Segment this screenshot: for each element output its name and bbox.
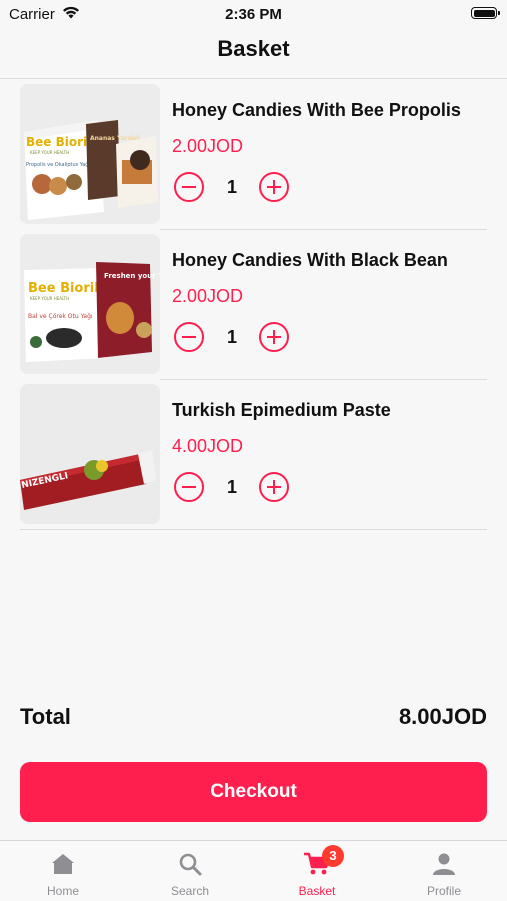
total-value: 8.00JOD	[398, 704, 487, 729]
product-name[interactable]: Honey Candies With Bee Propolis	[172, 100, 461, 121]
total-row: Total 8.00JOD	[20, 704, 487, 738]
quantity-value: 1	[226, 327, 237, 347]
pack-caption: Propolis ve Okaliptus Yağı	[26, 161, 90, 168]
box-label: Freshen your Throat	[104, 272, 160, 280]
quantity-value: 1	[226, 177, 237, 197]
product-name[interactable]: Honey Candies With Black Bean	[172, 250, 448, 271]
cart-item[interactable]: Bee Biorik KEEP YOUR HEALTH Bal ve Çörek…	[0, 230, 507, 380]
product-price: 4.00JOD	[172, 436, 244, 456]
cart-item[interactable]: NIZENGLI Turkish Epimedium Paste 4.00JOD…	[0, 380, 507, 530]
pack-caption: Bal ve Çörek Otu Yağı	[28, 313, 93, 320]
header-divider	[0, 78, 507, 79]
increase-quantity-button[interactable]	[259, 172, 289, 202]
decrease-quantity-button[interactable]	[174, 322, 204, 352]
quantity-value: 1	[226, 477, 237, 497]
product-name[interactable]: Turkish Epimedium Paste	[172, 400, 391, 421]
decrease-quantity-button[interactable]	[174, 472, 204, 502]
tab-label: Home	[46, 884, 79, 898]
increase-quantity-button[interactable]	[259, 472, 289, 502]
status-bar: Carrier 2:36 PM	[0, 0, 507, 28]
tab-bar: Home Search 3 Basket Profile	[0, 840, 507, 901]
pack-tagline: KEEP YOUR HEALTH	[30, 150, 69, 155]
product-image[interactable]: Bee Biorik KEEP YOUR HEALTH Propolis ve …	[20, 84, 160, 224]
battery-icon	[471, 7, 500, 19]
search-icon	[179, 853, 202, 876]
product-image[interactable]: Bee Biorik KEEP YOUR HEALTH Bal ve Çörek…	[20, 234, 160, 374]
item-divider	[20, 529, 487, 530]
tab-label: Basket	[298, 884, 336, 898]
home-icon	[52, 854, 74, 874]
pack-brand: Bee Biorik	[28, 281, 103, 296]
tab-search[interactable]: Search	[127, 841, 253, 901]
product-price: 2.00JOD	[172, 136, 244, 156]
page-title: Basket	[217, 36, 290, 61]
tab-home[interactable]: Home	[0, 841, 126, 901]
decrease-quantity-button[interactable]	[174, 172, 204, 202]
total-label: Total	[20, 704, 71, 729]
product-image[interactable]: NIZENGLI	[20, 384, 160, 524]
increase-quantity-button[interactable]	[259, 322, 289, 352]
tab-basket[interactable]: 3 Basket	[254, 841, 380, 901]
tab-label: Profile	[426, 884, 461, 898]
pack-tagline: KEEP YOUR HEALTH	[30, 296, 69, 301]
pack-brand: Bee Biorik	[26, 135, 96, 149]
cart-badge: 3	[322, 845, 344, 867]
cart-item[interactable]: Bee Biorik KEEP YOUR HEALTH Propolis ve …	[0, 80, 507, 230]
tab-label: Search	[170, 884, 210, 898]
tab-profile[interactable]: Profile	[381, 841, 507, 901]
status-time: 2:36 PM	[225, 6, 282, 23]
checkout-button[interactable]: Checkout	[20, 762, 487, 822]
cart-list: Bee Biorik KEEP YOUR HEALTH Propolis ve …	[0, 80, 507, 530]
person-icon	[433, 853, 455, 875]
product-price: 2.00JOD	[172, 286, 244, 306]
